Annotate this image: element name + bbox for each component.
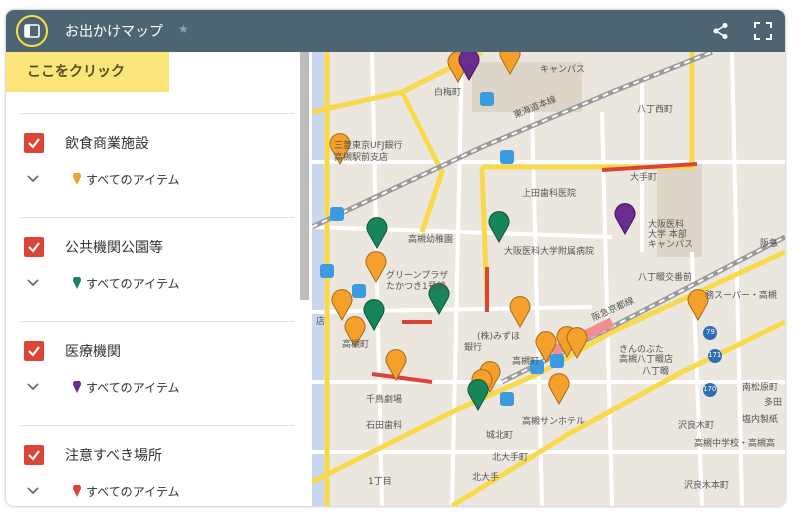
- layer-public: 公共機関公園等 すべてのアイテム: [6, 217, 309, 321]
- layer-checkbox[interactable]: [24, 341, 44, 361]
- layer-name: 公共機関公園等: [65, 240, 163, 256]
- layer-checkbox[interactable]: [24, 237, 44, 257]
- layer-sidebar: ここをクリック 飲食商業施設 すべてのアイテム 公共機関公園等 すべてのアイテム: [6, 52, 309, 506]
- map-label: 高槻町: [512, 357, 540, 367]
- pin-green-icon: [73, 277, 81, 289]
- map-label: 北大手: [472, 473, 500, 483]
- map-label: 北大手町: [492, 453, 529, 463]
- chevron-down-icon[interactable]: [27, 383, 39, 391]
- map-label: 八丁畷: [642, 367, 670, 377]
- map-label: 1丁目: [368, 477, 392, 487]
- route-shield: 171: [708, 351, 722, 359]
- map-label: 高槻サンホテル: [522, 417, 586, 427]
- map-label: キャンパス: [648, 240, 694, 250]
- pin-red-icon: [73, 485, 81, 497]
- check-icon: [28, 346, 40, 357]
- route-shield: 170: [703, 385, 717, 393]
- layer-items-link[interactable]: すべてのアイテム: [86, 483, 179, 500]
- map-label: 城北町: [486, 431, 514, 441]
- map-label: 沢良木本町: [684, 481, 730, 491]
- pin-purple-icon: [73, 381, 81, 393]
- map-frame: お出かけマップ ★ ここをクリック 飲食商業施設 すべてのアイテム 公共機関公園…: [6, 10, 785, 506]
- share-icon[interactable]: [712, 22, 730, 40]
- layer-items-link[interactable]: すべてのアイテム: [86, 379, 179, 396]
- map-label: 阪急: [760, 239, 779, 249]
- click-here-callout: ここをクリック: [6, 52, 169, 92]
- map-label: たかつき1号館: [386, 282, 446, 292]
- map-label: 高槻駅前支店: [334, 153, 389, 163]
- map-label: 千鳥劇場: [366, 395, 403, 405]
- map-label: 務スーパー・高槻: [705, 291, 777, 301]
- map-label: 石田歯科: [366, 421, 403, 431]
- chevron-down-icon[interactable]: [27, 279, 39, 287]
- map-title: お出かけマップ: [65, 24, 163, 40]
- map-label: 多田: [764, 398, 783, 408]
- panel-toggle-button[interactable]: [16, 15, 48, 47]
- map-label: 上田歯科医院: [522, 189, 577, 199]
- layer-caution: 注意すべき場所 すべてのアイテム: [6, 425, 309, 506]
- layer-medical: 医療機関 すべてのアイテム: [6, 321, 309, 425]
- panel-toggle-icon: [24, 24, 40, 38]
- layer-divider: [21, 113, 294, 114]
- map-label: 塩内製紙: [742, 415, 779, 425]
- layer-divider: [21, 425, 294, 426]
- map-label: 沢良木町: [678, 421, 715, 431]
- layer-checkbox[interactable]: [24, 445, 44, 465]
- map-label: (株)みずほ: [477, 332, 521, 342]
- map-label: 八丁西町: [637, 105, 674, 115]
- star-icon[interactable]: ★: [178, 22, 189, 36]
- layer-items-link[interactable]: すべてのアイテム: [86, 275, 179, 292]
- check-icon: [28, 450, 40, 461]
- sidebar-scrollbar[interactable]: [300, 52, 309, 300]
- map-label: 白梅町: [434, 88, 462, 98]
- map-label: 高槻町: [342, 340, 370, 350]
- fullscreen-icon[interactable]: [754, 22, 772, 40]
- map-label: 高槻幼稚園: [408, 235, 454, 245]
- chevron-down-icon[interactable]: [27, 487, 39, 495]
- chevron-down-icon[interactable]: [27, 175, 39, 183]
- route-shield: 79: [706, 328, 715, 336]
- map-label: 店: [316, 317, 326, 327]
- layer-divider: [21, 321, 294, 322]
- map-canvas[interactable]: キャンパス 白梅町 八丁西町 東海道本線 三菱東京UFJ銀行 高槻駅前支店 大手…: [312, 52, 785, 506]
- map-label: 銀行: [464, 343, 483, 353]
- layer-checkbox[interactable]: [24, 133, 44, 153]
- check-icon: [28, 242, 40, 253]
- layer-name: 飲食商業施設: [65, 136, 149, 152]
- layer-name: 注意すべき場所: [65, 448, 163, 464]
- map-label: 大手町: [630, 173, 658, 183]
- map-label: 南松原町: [742, 383, 779, 393]
- map-header: お出かけマップ ★: [6, 10, 785, 52]
- layer-items-link[interactable]: すべてのアイテム: [86, 171, 179, 188]
- map-label: 大阪医科大学附属病院: [504, 247, 595, 257]
- layer-dining: 飲食商業施設 すべてのアイテム: [6, 113, 309, 217]
- layer-divider: [21, 217, 294, 218]
- map-label: 高槻中学校・高槻高: [694, 439, 776, 449]
- check-icon: [28, 138, 40, 149]
- layer-name: 医療機関: [65, 344, 121, 360]
- map-label: 八丁畷交番前: [638, 273, 693, 283]
- pin-orange-icon: [73, 173, 81, 185]
- map-label: キャンパス: [540, 65, 586, 75]
